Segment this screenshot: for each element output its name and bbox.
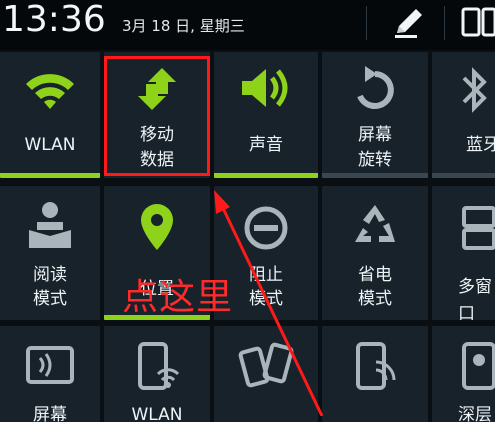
grid-icon xyxy=(461,7,495,37)
tile-label: 多窗口 xyxy=(458,277,492,320)
screen-mirroring-icon xyxy=(26,346,74,384)
inactive-indicator xyxy=(322,173,428,178)
location-pin-icon xyxy=(141,204,173,250)
reading-mode-icon xyxy=(29,202,71,248)
pencil-icon xyxy=(395,9,422,38)
smart-stay-icon xyxy=(462,342,495,390)
tile-label: WLAN xyxy=(131,405,183,422)
tile-screen-mirroring[interactable]: 屏幕 xyxy=(0,326,100,422)
s-beam-icon xyxy=(238,342,294,388)
tile-label: WLAN xyxy=(24,135,76,155)
highlight-box xyxy=(104,56,210,176)
active-indicator xyxy=(214,173,318,178)
tile-label-line2: 模式 xyxy=(33,289,67,309)
status-divider xyxy=(444,6,445,40)
wlan-hotspot-icon xyxy=(138,342,180,390)
wifi-icon xyxy=(26,74,74,109)
status-divider xyxy=(366,6,367,40)
inactive-indicator xyxy=(432,173,495,178)
tile-wlan[interactable]: WLAN xyxy=(0,52,100,178)
status-date: 3月 18 日, 星期三 xyxy=(122,17,245,35)
edit-button[interactable] xyxy=(387,3,431,43)
tile-label: 深层 xyxy=(458,405,492,422)
tile-nfc[interactable] xyxy=(322,326,428,422)
annotation-text: 点这里 xyxy=(122,277,234,318)
bluetooth-icon xyxy=(462,67,487,113)
tile-label-line2: 模式 xyxy=(358,289,392,309)
tile-label-line1: 阅读 xyxy=(33,265,67,285)
status-clock: 13:36 xyxy=(2,0,106,40)
tile-wlan-hotspot[interactable]: WLAN xyxy=(104,326,210,422)
tile-label-line1: 省电 xyxy=(358,265,392,285)
multi-window-icon xyxy=(462,206,495,250)
tile-label-line1: 屏幕 xyxy=(358,125,392,145)
speaker-icon xyxy=(242,69,288,107)
tile-label: 声音 xyxy=(249,135,283,155)
tile-reading-mode[interactable]: 阅读 模式 xyxy=(0,186,100,320)
rotate-icon xyxy=(357,66,394,109)
active-indicator xyxy=(0,173,100,178)
tile-multi-window[interactable]: 多窗口 xyxy=(432,186,495,320)
tile-sound[interactable]: 声音 xyxy=(214,52,318,178)
tile-screen-rotation[interactable]: 屏幕 旋转 xyxy=(322,52,428,178)
tile-smart-stay[interactable]: 深层 xyxy=(432,326,495,422)
tile-bluetooth[interactable]: 蓝牙 xyxy=(432,52,495,178)
tile-label-line2: 旋转 xyxy=(358,150,392,170)
tile-s-beam[interactable] xyxy=(214,326,318,422)
recycle-icon xyxy=(355,205,395,242)
nfc-icon xyxy=(356,342,396,390)
tile-label: 蓝牙 xyxy=(466,135,495,155)
block-mode-icon xyxy=(244,206,288,250)
tile-power-saving[interactable]: 省电 模式 xyxy=(322,186,428,320)
tile-label: 屏幕 xyxy=(33,405,67,422)
settings-grid-button[interactable] xyxy=(453,3,495,43)
status-bar: 13:36 3月 18 日, 星期三 xyxy=(0,0,495,50)
